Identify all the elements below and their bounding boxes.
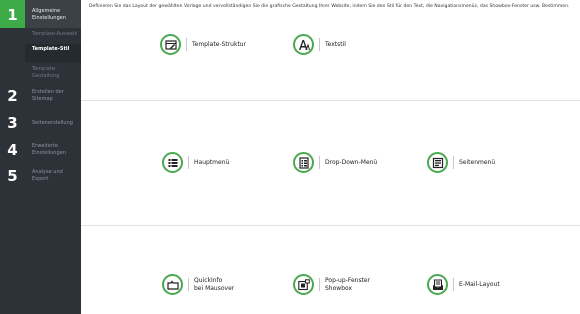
step-title: Erweiterte Einstellungen xyxy=(32,143,66,156)
email-layout-icon xyxy=(427,274,448,295)
dropdown-list-icon xyxy=(293,152,314,173)
list-menu-icon xyxy=(162,152,183,173)
step-number: 3 xyxy=(7,114,18,132)
option-dropdown-menu[interactable]: Drop-Down-Menü xyxy=(293,152,377,173)
tooltip-icon xyxy=(162,274,183,295)
step-number: 1 xyxy=(7,6,18,24)
step-2[interactable]: 2 Erstellen der Sitemap xyxy=(0,86,81,106)
step-number: 4 xyxy=(7,141,18,159)
sidebar-nav: 1 Allgemeine Einstellungen Template-Ausw… xyxy=(0,0,81,314)
option-separator xyxy=(319,278,320,291)
option-separator xyxy=(186,38,187,51)
option-label: Hauptmenü xyxy=(194,158,230,166)
option-separator xyxy=(453,278,454,291)
step-title: Allgemeine Einstellungen xyxy=(32,8,66,21)
option-label: QuickInfo bei Mausover xyxy=(194,277,235,292)
text-style-icon xyxy=(293,34,314,55)
option-separator xyxy=(188,278,189,291)
option-separator xyxy=(453,156,454,169)
substep-template-auswahl[interactable]: Template-Auswahl xyxy=(32,31,80,38)
option-label: Template-Struktur xyxy=(192,40,247,48)
option-quickinfo[interactable]: QuickInfo bei Mausover xyxy=(162,274,234,295)
step-title: Analyse und Export xyxy=(32,169,63,182)
substep-template-stil[interactable]: Template-Stil xyxy=(32,46,80,53)
option-label: Drop-Down-Menü xyxy=(325,158,378,166)
section-divider xyxy=(81,100,580,101)
option-label: E-Mail-Layout xyxy=(459,280,500,288)
step-5[interactable]: 5 Analyse und Export xyxy=(0,166,81,186)
option-label: Textstil xyxy=(325,40,346,48)
option-template-struktur[interactable]: Template-Struktur xyxy=(160,34,246,55)
option-hauptmenu[interactable]: Hauptmenü xyxy=(162,152,229,173)
step-4[interactable]: 4 Erweiterte Einstellungen xyxy=(0,140,81,160)
option-separator xyxy=(188,156,189,169)
option-textstil[interactable]: Textstil xyxy=(293,34,346,55)
option-email-layout[interactable]: E-Mail-Layout xyxy=(427,274,500,295)
side-menu-icon xyxy=(427,152,448,173)
option-seitenmenu[interactable]: Seitenmenü xyxy=(427,152,495,173)
substep-template-gestaltung[interactable]: Template-Gestaltung xyxy=(32,66,80,79)
option-separator xyxy=(319,156,320,169)
option-separator xyxy=(319,38,320,51)
page-description: Definieren Sie das Layout der gewählten … xyxy=(89,4,570,9)
option-label: Seitenmenü xyxy=(459,158,496,166)
step-number: 2 xyxy=(7,87,18,105)
step-title: Erstellen der Sitemap xyxy=(32,89,64,102)
popup-window-icon xyxy=(293,274,314,295)
template-structure-icon xyxy=(160,34,181,55)
step-number: 5 xyxy=(7,167,18,185)
section-divider xyxy=(81,225,580,226)
step-3[interactable]: 3 Seitenerstellung xyxy=(0,113,81,133)
step-title: Seitenerstellung xyxy=(32,120,73,126)
step-1[interactable]: 1 Allgemeine Einstellungen xyxy=(0,0,81,28)
option-label: Pop-up-Fenster Showbox xyxy=(325,277,371,292)
option-popup-showbox[interactable]: Pop-up-Fenster Showbox xyxy=(293,274,370,295)
